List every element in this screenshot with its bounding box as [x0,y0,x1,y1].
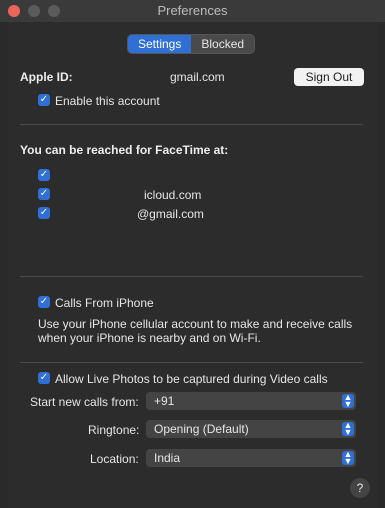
apple-id-value: gmail.com [170,70,225,84]
section-divider [20,276,363,277]
start-calls-label: Start new calls from: [30,395,139,409]
help-button[interactable]: ? [350,478,370,498]
reach-address-checkbox-2[interactable]: ✓ [38,188,50,200]
start-calls-select[interactable]: +91 ▲ ▼ [146,392,356,410]
checkmark-icon: ✓ [39,372,49,383]
tab-bar: Settings Blocked [128,35,255,53]
tab-blocked[interactable]: Blocked [191,35,255,53]
checkmark-icon: ✓ [39,169,49,180]
location-label: Location: [90,452,139,466]
reach-address-checkbox-1[interactable]: ✓ [38,169,50,181]
reached-heading: You can be reached for FaceTime at: [20,143,229,157]
location-select[interactable]: India ▲ ▼ [146,449,356,467]
reach-address-label-3: @gmail.com [137,207,204,221]
checkmark-icon: ✓ [39,296,49,307]
title-bar: Preferences [0,0,385,22]
checkmark-icon: ✓ [39,188,49,199]
sign-out-button[interactable]: Sign Out [294,68,364,86]
enable-account-checkbox[interactable]: ✓ [38,94,50,106]
start-calls-value: +91 [154,394,175,408]
up-down-chevron-icon: ▲ ▼ [342,420,354,437]
window-title: Preferences [157,3,228,18]
section-divider [20,362,363,363]
live-photos-label: Allow Live Photos to be captured during … [55,372,328,386]
ringtone-value: Opening (Default) [154,422,249,436]
calls-from-iphone-desc-line1: Use your iPhone cellular account to make… [38,317,353,331]
tab-settings[interactable]: Settings [128,35,192,53]
live-photos-checkbox[interactable]: ✓ [38,372,50,384]
enable-account-label: Enable this account [55,94,160,108]
ringtone-select[interactable]: Opening (Default) ▲ ▼ [146,420,356,438]
up-down-chevron-icon: ▲ ▼ [342,449,354,466]
checkmark-icon: ✓ [39,94,49,105]
reach-address-checkbox-3[interactable]: ✓ [38,207,50,219]
ringtone-label: Ringtone: [88,423,140,437]
calls-from-iphone-label: Calls From iPhone [55,296,154,310]
calls-from-iphone-checkbox[interactable]: ✓ [38,296,50,308]
calls-from-iphone-desc-line2: when your iPhone is nearby and on Wi-Fi. [38,331,261,345]
apple-id-label: Apple ID: [20,70,73,84]
reach-address-label-2: icloud.com [144,188,202,202]
section-divider [20,124,363,125]
location-value: India [154,451,181,465]
up-down-chevron-icon: ▲ ▼ [342,392,354,409]
checkmark-icon: ✓ [39,207,49,218]
